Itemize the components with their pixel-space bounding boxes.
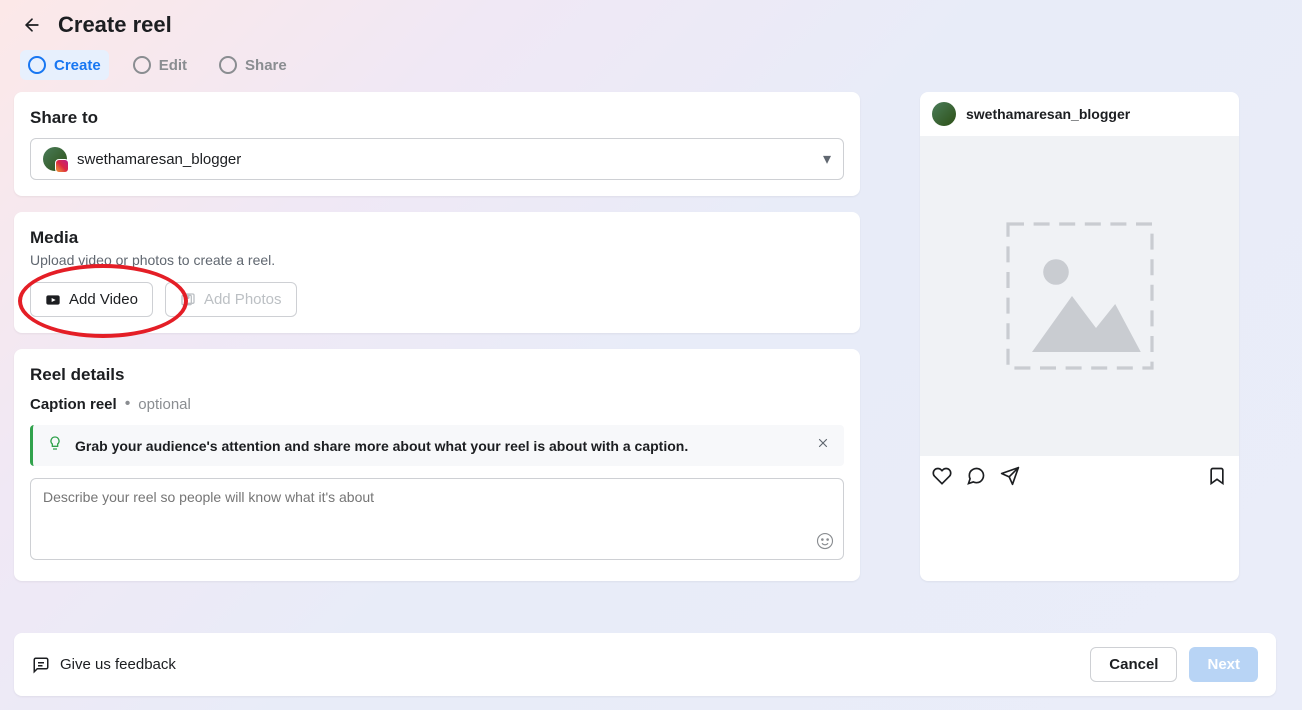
share-icon bbox=[1000, 466, 1020, 486]
photos-icon bbox=[180, 292, 196, 308]
footer-bar: Give us feedback Cancel Next bbox=[14, 633, 1276, 696]
tip-text: Grab your audience's attention and share… bbox=[75, 438, 804, 454]
tab-label: Create bbox=[54, 57, 101, 74]
feedback-link[interactable]: Give us feedback bbox=[32, 656, 176, 674]
comment-icon bbox=[966, 466, 986, 486]
feedback-label: Give us feedback bbox=[60, 656, 176, 673]
radio-icon bbox=[28, 56, 46, 74]
preview-username: swethamaresan_blogger bbox=[966, 106, 1130, 122]
media-card: Media Upload video or photos to create a… bbox=[14, 212, 860, 333]
emoji-icon bbox=[816, 532, 834, 550]
add-video-label: Add Video bbox=[69, 291, 138, 308]
step-tabs: Create Edit Share bbox=[0, 50, 1302, 92]
tab-edit: Edit bbox=[125, 50, 195, 80]
caption-label: Caption reel bbox=[30, 396, 117, 413]
emoji-button[interactable] bbox=[816, 532, 834, 555]
heart-icon bbox=[932, 466, 952, 486]
page-title: Create reel bbox=[58, 12, 172, 38]
close-icon bbox=[816, 436, 830, 450]
media-title: Media bbox=[30, 228, 844, 248]
tab-label: Share bbox=[245, 57, 287, 74]
selected-account: swethamaresan_blogger bbox=[77, 151, 241, 168]
add-photos-button: Add Photos bbox=[165, 282, 297, 317]
video-icon bbox=[45, 292, 61, 308]
tab-share: Share bbox=[211, 50, 295, 80]
separator: • bbox=[125, 395, 131, 413]
lightbulb-icon bbox=[47, 435, 63, 456]
cancel-button[interactable]: Cancel bbox=[1090, 647, 1177, 682]
instagram-badge-icon bbox=[55, 159, 69, 173]
feedback-icon bbox=[32, 656, 50, 674]
share-to-card: Share to swethamaresan_blogger ▾ bbox=[14, 92, 860, 196]
close-tip-button[interactable] bbox=[816, 436, 830, 455]
next-button: Next bbox=[1189, 647, 1258, 682]
media-subtitle: Upload video or photos to create a reel. bbox=[30, 252, 844, 268]
add-photos-label: Add Photos bbox=[204, 291, 282, 308]
preview-image-placeholder bbox=[920, 136, 1239, 456]
arrow-left-icon bbox=[22, 15, 42, 35]
image-placeholder-icon bbox=[1000, 216, 1160, 376]
radio-icon bbox=[219, 56, 237, 74]
account-select[interactable]: swethamaresan_blogger ▾ bbox=[30, 138, 844, 180]
avatar bbox=[43, 147, 67, 171]
bookmark-icon bbox=[1207, 466, 1227, 486]
add-video-button[interactable]: Add Video bbox=[30, 282, 153, 317]
optional-label: optional bbox=[138, 396, 191, 413]
radio-icon bbox=[133, 56, 151, 74]
reel-details-card: Reel details Caption reel • optional Gra… bbox=[14, 349, 860, 581]
back-button[interactable] bbox=[22, 15, 42, 35]
preview-avatar bbox=[932, 102, 956, 126]
chevron-down-icon: ▾ bbox=[823, 149, 831, 169]
tab-label: Edit bbox=[159, 57, 187, 74]
tab-create[interactable]: Create bbox=[20, 50, 109, 80]
caption-tip: Grab your audience's attention and share… bbox=[30, 425, 844, 466]
preview-panel: swethamaresan_blogger bbox=[920, 92, 1239, 581]
reel-details-title: Reel details bbox=[30, 365, 844, 385]
share-to-title: Share to bbox=[30, 108, 844, 128]
caption-input[interactable] bbox=[30, 478, 844, 560]
